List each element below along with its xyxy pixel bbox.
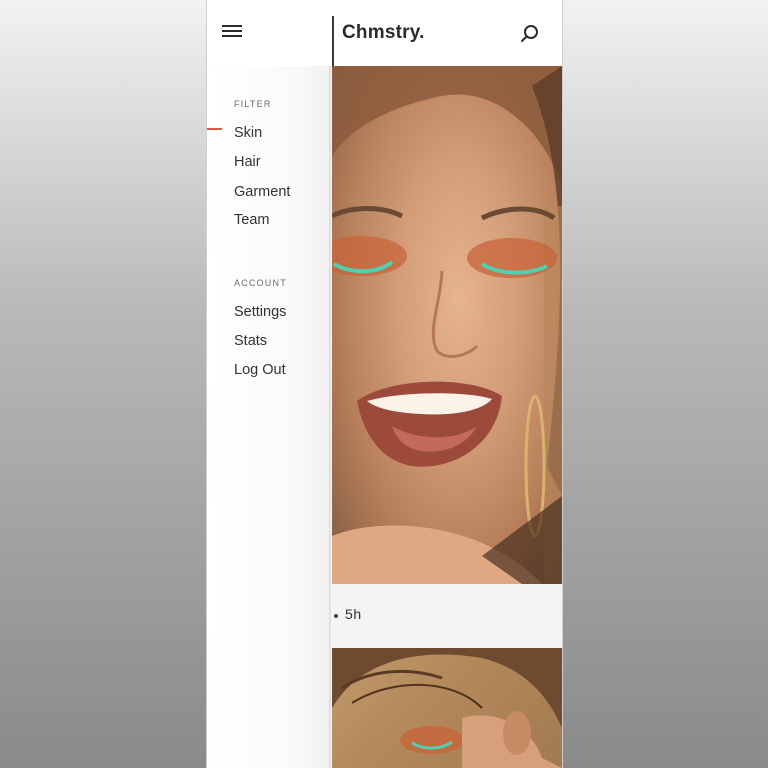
phone-screen: Chmstry. FILTER Skin Hair Garment Team A… — [207, 0, 562, 768]
sidebar-item-stats[interactable]: Stats — [234, 333, 267, 349]
filter-section-title: FILTER — [234, 99, 272, 109]
header-divider — [332, 16, 334, 66]
sidebar-item-log-out[interactable]: Log Out — [234, 362, 286, 378]
app-title: Chmstry. — [342, 22, 425, 43]
sidebar-item-garment[interactable]: Garment — [234, 184, 290, 200]
app-header: Chmstry. — [207, 0, 562, 67]
post-image[interactable] — [332, 648, 562, 768]
post-image[interactable] — [332, 66, 562, 584]
sidebar-item-team[interactable]: Team — [234, 212, 269, 228]
portrait-illustration — [332, 66, 562, 584]
bullet-icon — [334, 614, 338, 618]
account-section-title: ACCOUNT — [234, 278, 287, 288]
sidebar-item-skin[interactable]: Skin — [234, 125, 262, 141]
sidebar-item-settings[interactable]: Settings — [234, 304, 286, 320]
sidebar-drawer — [207, 66, 331, 768]
search-icon[interactable] — [519, 23, 541, 45]
active-item-marker — [207, 128, 222, 130]
post-timestamp: 5h — [345, 606, 362, 622]
feed: 5h — [332, 66, 562, 768]
sidebar-item-hair[interactable]: Hair — [234, 154, 261, 170]
post-footer: 5h — [332, 584, 562, 648]
portrait-illustration-2 — [332, 648, 562, 768]
menu-icon[interactable] — [221, 22, 243, 44]
